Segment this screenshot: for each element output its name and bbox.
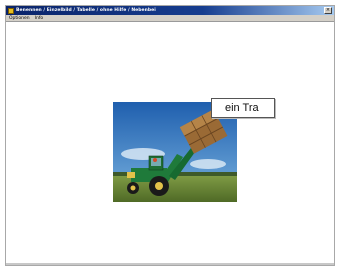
app-icon [8, 7, 14, 14]
content-area: ein Tra [6, 22, 334, 265]
menu-bar: Optionen Info [6, 15, 334, 22]
title-bar[interactable]: Benennen / Einzelbild / Tabelle / ohne H… [6, 6, 334, 15]
word-answer-box[interactable]: ein Tra [211, 98, 275, 118]
window-title: Benennen / Einzelbild / Tabelle / ohne H… [16, 8, 156, 13]
menu-item-info[interactable]: Info [35, 16, 44, 21]
app-window: Benennen / Einzelbild / Tabelle / ohne H… [5, 5, 335, 266]
menu-item-optionen[interactable]: Optionen [9, 16, 30, 21]
window-bottom-edge [6, 263, 334, 265]
close-button[interactable]: × [324, 7, 332, 14]
